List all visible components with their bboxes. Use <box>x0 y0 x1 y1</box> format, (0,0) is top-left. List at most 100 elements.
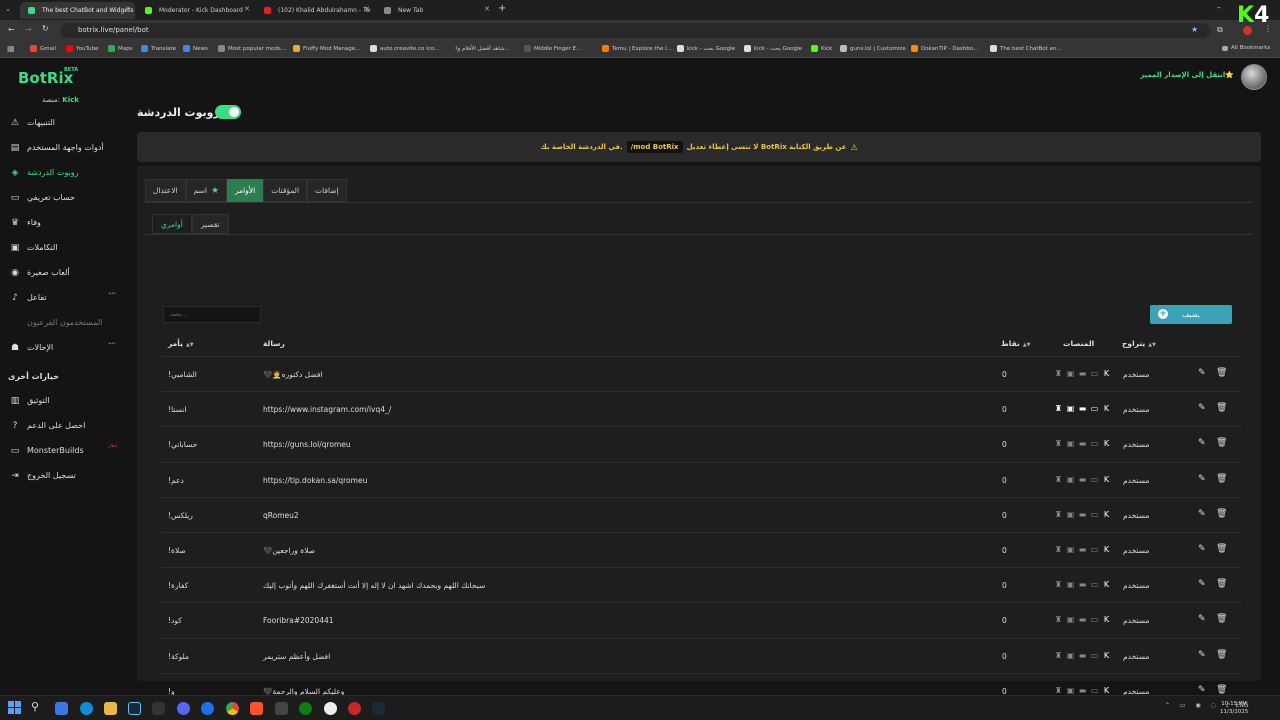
twitch-icon[interactable]: ▣ <box>1066 439 1075 448</box>
twitch-icon[interactable]: ▣ <box>1066 510 1075 519</box>
edit-icon[interactable]: ✎ <box>1198 544 1206 554</box>
tab-4[interactable]: إضافات <box>307 179 347 202</box>
bookmark-item[interactable]: Most popular mods... <box>218 45 286 52</box>
kick-platform-icon[interactable]: ♜ <box>1054 439 1063 448</box>
delete-icon[interactable]: 🗑 <box>1216 403 1227 413</box>
bookmark-star-icon[interactable]: ★ <box>1191 25 1198 34</box>
app-icon[interactable] <box>275 702 288 715</box>
app-icon[interactable] <box>324 702 337 715</box>
all-bookmarks[interactable]: All Bookmarks <box>1222 45 1270 51</box>
chatbot-toggle[interactable] <box>215 105 241 119</box>
edit-icon[interactable]: ✎ <box>1198 614 1206 624</box>
kick-icon[interactable]: K <box>1102 545 1111 554</box>
sidebar-item[interactable]: ▭ MonsterBuilds إعلان <box>0 439 127 463</box>
kick-icon[interactable]: K <box>1102 475 1111 484</box>
bookmark-item[interactable]: kick - بحث Google <box>744 45 802 52</box>
sidebar-item[interactable]: ◈ روبوت الدردشة <box>0 161 127 185</box>
delete-icon[interactable]: 🗑 <box>1216 579 1227 589</box>
twitch-icon[interactable]: ▣ <box>1066 404 1075 413</box>
kick-icon[interactable]: K <box>1102 439 1111 448</box>
premium-link[interactable]: انتقل إلى الإصدار المميز⭐ <box>1140 71 1234 79</box>
edit-icon[interactable]: ✎ <box>1198 368 1206 378</box>
tab-2[interactable]: الأوامر <box>227 179 264 202</box>
minimize-button[interactable]: – <box>1217 3 1221 12</box>
youtube-icon[interactable]: ▬ <box>1078 510 1087 519</box>
kick-icon[interactable]: K <box>1102 580 1111 589</box>
back-icon[interactable]: ← <box>8 25 15 34</box>
bookmark-item[interactable]: Gmail <box>30 45 56 52</box>
close-tab-icon[interactable]: ✕ <box>125 5 131 13</box>
youtube-icon[interactable]: ▬ <box>1078 686 1087 695</box>
delete-icon[interactable]: 🗑 <box>1216 685 1227 695</box>
twitch-icon[interactable]: ▣ <box>1066 369 1075 378</box>
trovo-icon[interactable]: ▭ <box>1090 475 1099 484</box>
youtube-icon[interactable]: ▬ <box>1078 545 1087 554</box>
apps-icon[interactable]: ▦ <box>7 44 15 53</box>
tab-1[interactable]: اسم ★ <box>185 179 228 202</box>
bookmark-item[interactable]: kick - بحث Google <box>677 45 735 52</box>
col-header-points[interactable]: نقاط ▲▼ <box>1001 339 1034 348</box>
close-tab-icon[interactable]: ✕ <box>364 5 370 13</box>
sidebar-item[interactable]: ▣ التكاملات <box>0 236 127 260</box>
kick-platform-icon[interactable]: ♜ <box>1054 404 1063 413</box>
col-header-command[interactable]: يأمر ▲▼ <box>168 339 197 348</box>
extensions-icon[interactable]: ⧉ <box>1217 25 1223 35</box>
kick-icon[interactable]: K <box>1102 510 1111 519</box>
edit-icon[interactable]: ✎ <box>1198 403 1206 413</box>
trovo-icon[interactable]: ▭ <box>1090 369 1099 378</box>
kick-platform-icon[interactable]: ♜ <box>1054 369 1063 378</box>
trovo-icon[interactable]: ▭ <box>1090 686 1099 695</box>
twitch-icon[interactable]: ▣ <box>1066 651 1075 660</box>
edit-icon[interactable]: ✎ <box>1198 509 1206 519</box>
clock[interactable]: 10:15 PM 11/3/2025 <box>1220 700 1248 716</box>
trovo-icon[interactable]: ▭ <box>1090 651 1099 660</box>
bookmark-item[interactable]: Kick <box>811 45 832 52</box>
bookmark-item[interactable]: Middle Finger E... <box>524 45 581 52</box>
delete-icon[interactable]: 🗑 <box>1216 438 1227 448</box>
kick-icon[interactable]: K <box>1102 369 1111 378</box>
bookmark-item[interactable]: YouTube <box>66 45 98 52</box>
kick-platform-icon[interactable]: ♜ <box>1054 510 1063 519</box>
youtube-icon[interactable]: ▬ <box>1078 369 1087 378</box>
delete-icon[interactable]: 🗑 <box>1216 509 1227 519</box>
sidebar-item[interactable]: ♛ وفاء <box>0 211 127 235</box>
steam-icon[interactable] <box>128 702 141 715</box>
twitch-icon[interactable]: ▣ <box>1066 580 1075 589</box>
bookmark-item[interactable]: DokanTIP - Dashbo... <box>911 45 978 52</box>
discord-icon[interactable] <box>177 702 190 715</box>
file-explorer-icon[interactable] <box>104 702 117 715</box>
browser-tab[interactable]: (102) Khalid Abdulrahamn - Tw ✕ <box>256 2 374 19</box>
app-icon[interactable] <box>348 702 361 715</box>
browser-tab[interactable]: New Tab ✕ <box>376 2 494 19</box>
bookmark-item[interactable]: News <box>183 45 208 52</box>
edit-icon[interactable]: ✎ <box>1198 474 1206 484</box>
sidebar-item[interactable]: ◉ ألعاب صغيرة <box>0 261 127 285</box>
url-field[interactable]: botrix.live/panel/bot <box>60 23 1210 38</box>
platform-indicator[interactable]: منصة: Kick <box>42 96 79 104</box>
delete-icon[interactable]: 🗑 <box>1216 368 1227 378</box>
sidebar-item[interactable]: ▭ حساب تعريفي <box>0 186 127 210</box>
bookmark-item[interactable]: Maps <box>108 45 132 52</box>
search-icon[interactable]: ⚲ <box>31 700 39 713</box>
start-icon[interactable] <box>8 701 21 714</box>
xbox-icon[interactable] <box>299 702 312 715</box>
reload-icon[interactable]: ↻ <box>42 24 49 33</box>
tab-list-icon[interactable]: ⌄ <box>5 5 11 13</box>
sidebar-item[interactable]: ⚠ التنبيهات <box>0 111 127 135</box>
delete-icon[interactable]: 🗑 <box>1216 544 1227 554</box>
bookmark-item[interactable]: guns.lol | Customize <box>840 45 906 52</box>
bookmark-item[interactable]: Fluffy Mod Manage... <box>293 45 360 52</box>
kick-platform-icon[interactable]: ♜ <box>1054 545 1063 554</box>
bookmark-item[interactable]: Translate <box>141 45 176 52</box>
edge-icon[interactable] <box>80 702 93 715</box>
delete-icon[interactable]: 🗑 <box>1216 650 1227 660</box>
kick-icon[interactable]: K <box>1102 686 1111 695</box>
tab-0[interactable]: الاعتدال <box>145 179 186 202</box>
trovo-icon[interactable]: ▭ <box>1090 404 1099 413</box>
sidebar-item[interactable]: ♪ تفاعل جديد <box>0 286 127 310</box>
kick-platform-icon[interactable]: ♜ <box>1054 580 1063 589</box>
twitch-icon[interactable]: ▣ <box>1066 615 1075 624</box>
edit-icon[interactable]: ✎ <box>1198 685 1206 695</box>
kick-platform-icon[interactable]: ♜ <box>1054 686 1063 695</box>
steam-icon[interactable] <box>372 702 385 715</box>
